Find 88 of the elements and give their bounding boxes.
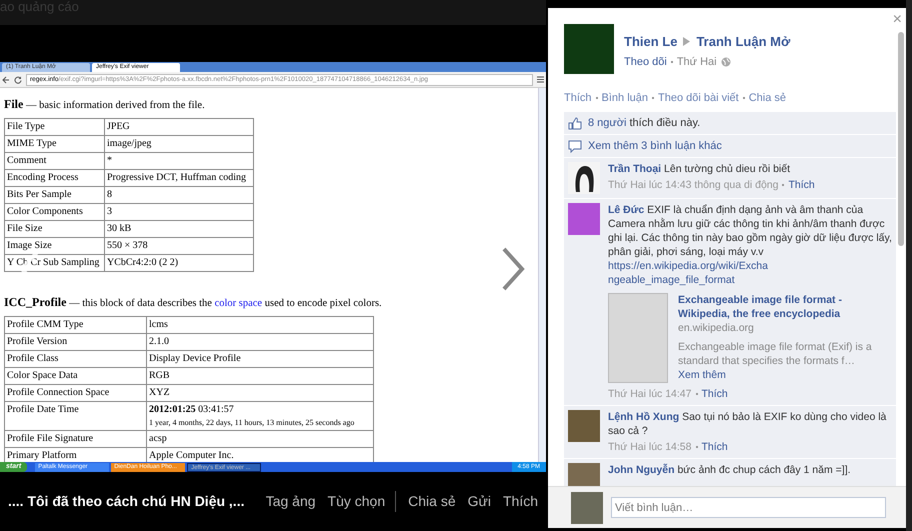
scrollbar[interactable] (538, 88, 546, 462)
comment-time: Thứ Hai lúc 14:43 thông qua di động (608, 178, 778, 192)
comment-text: Lệnh Hồ Xung Sao tụi nó bảo là EXIF ko dùng cho video là sao cả ? (608, 410, 888, 438)
table-cell: 550 × 378 (104, 237, 254, 254)
comment-time: Thứ Hai lúc 14:47 (608, 387, 692, 401)
likers-link[interactable]: 8 người (588, 116, 626, 129)
section-heading: File — basic information derived from the file. (4, 96, 206, 113)
back-arrow-icon[interactable] (2, 76, 10, 84)
post-action-link[interactable]: Theo dõi bài viết (658, 90, 739, 106)
comment-text: John Nguyễn bức ảnh đc chup cách đây 1 năm =]]. (608, 463, 852, 477)
like-link[interactable]: Thích (788, 178, 815, 192)
table-cell: 2.1.0 (146, 333, 374, 350)
table-cell: Profile Date Time (4, 401, 146, 430)
avatar-placeholder[interactable] (568, 203, 600, 235)
photo-action-link[interactable]: Tag ảng (266, 491, 316, 512)
user-avatar-placeholder (571, 492, 603, 524)
comment-text: Lê Đức EXIF là chuẩn định dạng ảnh và âm thanh của Camera nhằm lưu giữ các thông tin khi ảnh/âm thanh được ghi lại. Các thông tin này bao gồm ngày giờ dữ liệu được lấy, phân giải, phơi sáng, loại máy v.v (608, 203, 892, 259)
globe-icon (720, 56, 731, 67)
post-action-link[interactable]: Bình luận (602, 90, 648, 106)
table-cell: JPEG (104, 118, 254, 136)
avatar-placeholder[interactable] (568, 463, 600, 486)
table-cell: Progressive DCT, Huffman coding (104, 169, 254, 186)
table-cell: RGB (146, 367, 374, 384)
triangle-icon (683, 37, 690, 46)
table-cell: Bits Per Sample (4, 186, 104, 204)
photo-action-link[interactable]: Chia sẻ (408, 491, 456, 512)
see-more-link[interactable]: Xem thêm (678, 369, 726, 381)
table-cell: Profile CMM Type (4, 316, 146, 333)
table-cell: Profile Class (4, 350, 146, 367)
table-cell: Display Device Profile (146, 350, 374, 367)
reload-icon[interactable] (14, 76, 22, 84)
author-link[interactable]: Thien Le (624, 32, 678, 52)
likes-text: 8 người thích điều này. (588, 116, 700, 131)
table-cell: Profile Connection Space (4, 384, 146, 401)
scrollbar-thumb[interactable] (898, 32, 904, 246)
table-cell: File Size (4, 220, 104, 238)
avatar-silhouette-icon[interactable] (568, 162, 600, 194)
table-cell: Encoding Process (4, 169, 104, 186)
table-cell: lcms (146, 316, 374, 333)
group-link[interactable]: Tranh Luận Mở (696, 32, 790, 52)
comment-text: Trần Thoại Lên tường chủ dieu rồi biết (608, 162, 792, 176)
table-cell: 30 kB (104, 220, 254, 238)
table-cell: Image Size (4, 237, 104, 254)
table-cell: Comment (4, 152, 104, 170)
comment-bubble-icon (568, 140, 582, 152)
avatar-placeholder[interactable] (568, 410, 600, 442)
section-heading: ICC_Profile — this block of data describes the color space used to encode pixel colors. (4, 294, 383, 311)
comment-input-field[interactable]: Viết bình luận… (611, 497, 886, 518)
table-cell: 2012:01:25 03:41:57 1 year, 4 months, 22 days, 11 hours, 13 minutes, 25 seconds ago (146, 401, 374, 430)
preview-thumbnail-placeholder[interactable] (608, 293, 668, 383)
photo-caption: .... Tôi đã theo cách chú HN Diệu ,... (8, 492, 244, 511)
photo-action-link[interactable]: Tùy chọn (328, 491, 396, 512)
preview-domain: en.wikipedia.org (678, 321, 755, 335)
post-date: Thứ Hai (676, 54, 717, 70)
preview-title-link[interactable]: Exchangeable image file format - Wikipedia, the free encyclopedia (678, 293, 892, 321)
table-cell: * (104, 152, 254, 170)
table-cell: 3 (104, 203, 254, 220)
like-link[interactable]: Thích (702, 387, 728, 401)
table-cell: acsp (146, 430, 374, 447)
color-space-link[interactable]: color space (214, 298, 262, 309)
commenter-link[interactable]: John Nguyễn (608, 464, 675, 476)
table-cell: Y Cb Cr Sub Sampling (4, 254, 104, 272)
like-link[interactable]: Thích (702, 440, 728, 454)
table-cell: YCbCr4:2:0 (2 2) (104, 254, 254, 272)
follow-link[interactable]: Theo dõi (624, 54, 667, 70)
photo-action-link[interactable]: Gửi (468, 491, 491, 512)
preview-summary: Exchangeable image file format (Exif) is a standard that specifies the formats f… Xem thêm (678, 340, 873, 382)
commenter-link[interactable]: Lê Đức (608, 204, 644, 216)
wikipedia-link[interactable]: https://en.wikipedia.org/wiki/Exchangeable_image_file_format (608, 259, 768, 287)
table-cell: image/jpeg (104, 135, 254, 152)
author-avatar-placeholder[interactable] (564, 24, 614, 74)
commenter-link[interactable]: Lệnh Hồ Xung (608, 411, 680, 423)
comment-time: Thứ Hai lúc 14:58 (608, 440, 692, 454)
menu-icon[interactable] (537, 76, 544, 83)
table-cell: XYZ (146, 384, 374, 401)
table-cell: Color Space Data (4, 367, 146, 384)
commenter-link[interactable]: Trần Thoại (608, 163, 662, 175)
table-cell: MIME Type (4, 135, 104, 152)
table-cell: File Type (4, 118, 104, 136)
thumbs-up-icon (568, 116, 582, 130)
post-action-link[interactable]: Chia sẻ (748, 90, 786, 106)
table-cell: Profile Version (4, 333, 146, 350)
photo-action-link[interactable]: Thích (502, 491, 538, 512)
post-action-link[interactable]: Thích (564, 90, 592, 106)
table-cell: 8 (104, 186, 254, 204)
table-cell: Profile File Signature (4, 430, 146, 447)
table-cell: Color Components (4, 203, 104, 220)
next-chevron-icon[interactable] (500, 247, 526, 291)
